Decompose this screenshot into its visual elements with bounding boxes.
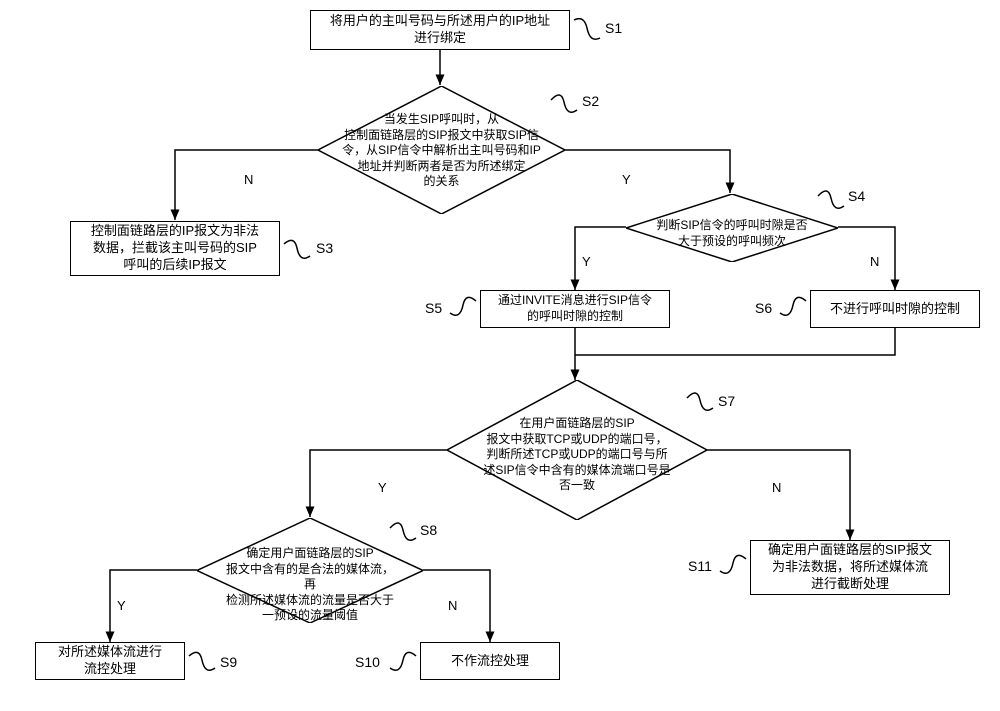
edge-s7-y: Y <box>378 480 387 495</box>
node-s4: 判断SIP信令的呼叫时隙是否 大于预设的呼叫频次 <box>626 194 838 262</box>
squiggle-s3 <box>282 238 312 268</box>
step-label-s8: S8 <box>420 522 437 538</box>
step-label-s11: S11 <box>688 558 712 574</box>
edge-s4-y: Y <box>582 254 591 269</box>
squiggle-s4 <box>816 188 846 218</box>
step-label-s3: S3 <box>316 240 333 256</box>
squiggle-s10 <box>388 650 418 680</box>
node-s8-text: 确定用户面链路层的SIP 报文中含有的是合法的媒体流，再 检测所述媒体流的流量是… <box>213 538 407 632</box>
node-s2-text: 当发生SIP呼叫时，从 控制面链路层的SIP报文中获取SIP信 令，从SIP信令… <box>328 104 555 198</box>
edge-s8-y: Y <box>117 598 126 613</box>
node-s9-text: 对所述媒体流进行 流控处理 <box>58 644 162 678</box>
node-s9: 对所述媒体流进行 流控处理 <box>35 642 185 680</box>
edge-s2-n: N <box>244 172 253 187</box>
node-s5: 通过INVITE消息进行SIP信令 的呼叫时隙的控制 <box>480 290 670 328</box>
node-s5-text: 通过INVITE消息进行SIP信令 的呼叫时隙的控制 <box>498 293 652 324</box>
node-s11: 确定用户面链路层的SIP报文 为非法数据，将所述媒体流 进行截断处理 <box>750 540 950 595</box>
node-s3: 控制面链路层的IP报文为非法 数据，拦截该主叫号码的SIP 呼叫的后续IP报文 <box>70 221 280 276</box>
node-s10-text: 不作流控处理 <box>451 653 529 670</box>
edge-s7-n: N <box>772 480 781 495</box>
squiggle-s8 <box>388 520 418 550</box>
edge-s2-y: Y <box>622 172 631 187</box>
node-s2: 当发生SIP呼叫时，从 控制面链路层的SIP报文中获取SIP信 令，从SIP信令… <box>318 86 565 214</box>
squiggle-s6 <box>778 295 808 325</box>
edge-s4-n: N <box>870 254 879 269</box>
node-s7: 在用户面链路层的SIP 报文中获取TCP或UDP的端口号， 判断所述TCP或UD… <box>447 380 707 520</box>
node-s6-text: 不进行呼叫时隙的控制 <box>830 301 960 318</box>
node-s10: 不作流控处理 <box>420 642 560 680</box>
squiggle-s7 <box>685 390 715 420</box>
step-label-s1: S1 <box>605 20 622 36</box>
squiggle-s5 <box>448 295 478 325</box>
squiggle-s1 <box>572 18 602 48</box>
node-s6: 不进行呼叫时隙的控制 <box>810 290 980 328</box>
step-label-s5: S5 <box>425 300 442 316</box>
node-s1-text: 将用户的主叫号码与所述用户的IP地址 进行绑定 <box>330 13 550 47</box>
step-label-s7: S7 <box>718 393 735 409</box>
step-label-s9: S9 <box>220 654 237 670</box>
step-label-s10: S10 <box>355 654 380 670</box>
squiggle-s11 <box>718 553 748 583</box>
node-s3-text: 控制面链路层的IP报文为非法 数据，拦截该主叫号码的SIP 呼叫的后续IP报文 <box>91 223 259 274</box>
step-label-s4: S4 <box>848 188 865 204</box>
squiggle-s2 <box>549 92 579 122</box>
step-label-s6: S6 <box>755 300 772 316</box>
step-label-s2: S2 <box>582 93 599 109</box>
node-s11-text: 确定用户面链路层的SIP报文 为非法数据，将所述媒体流 进行截断处理 <box>768 542 932 593</box>
node-s1: 将用户的主叫号码与所述用户的IP地址 进行绑定 <box>310 10 570 50</box>
node-s7-text: 在用户面链路层的SIP 报文中获取TCP或UDP的端口号， 判断所述TCP或UD… <box>471 408 683 502</box>
node-s4-text: 判断SIP信令的呼叫时隙是否 大于预设的呼叫频次 <box>646 210 818 257</box>
edge-s8-n: N <box>448 598 457 613</box>
squiggle-s9 <box>187 650 217 680</box>
